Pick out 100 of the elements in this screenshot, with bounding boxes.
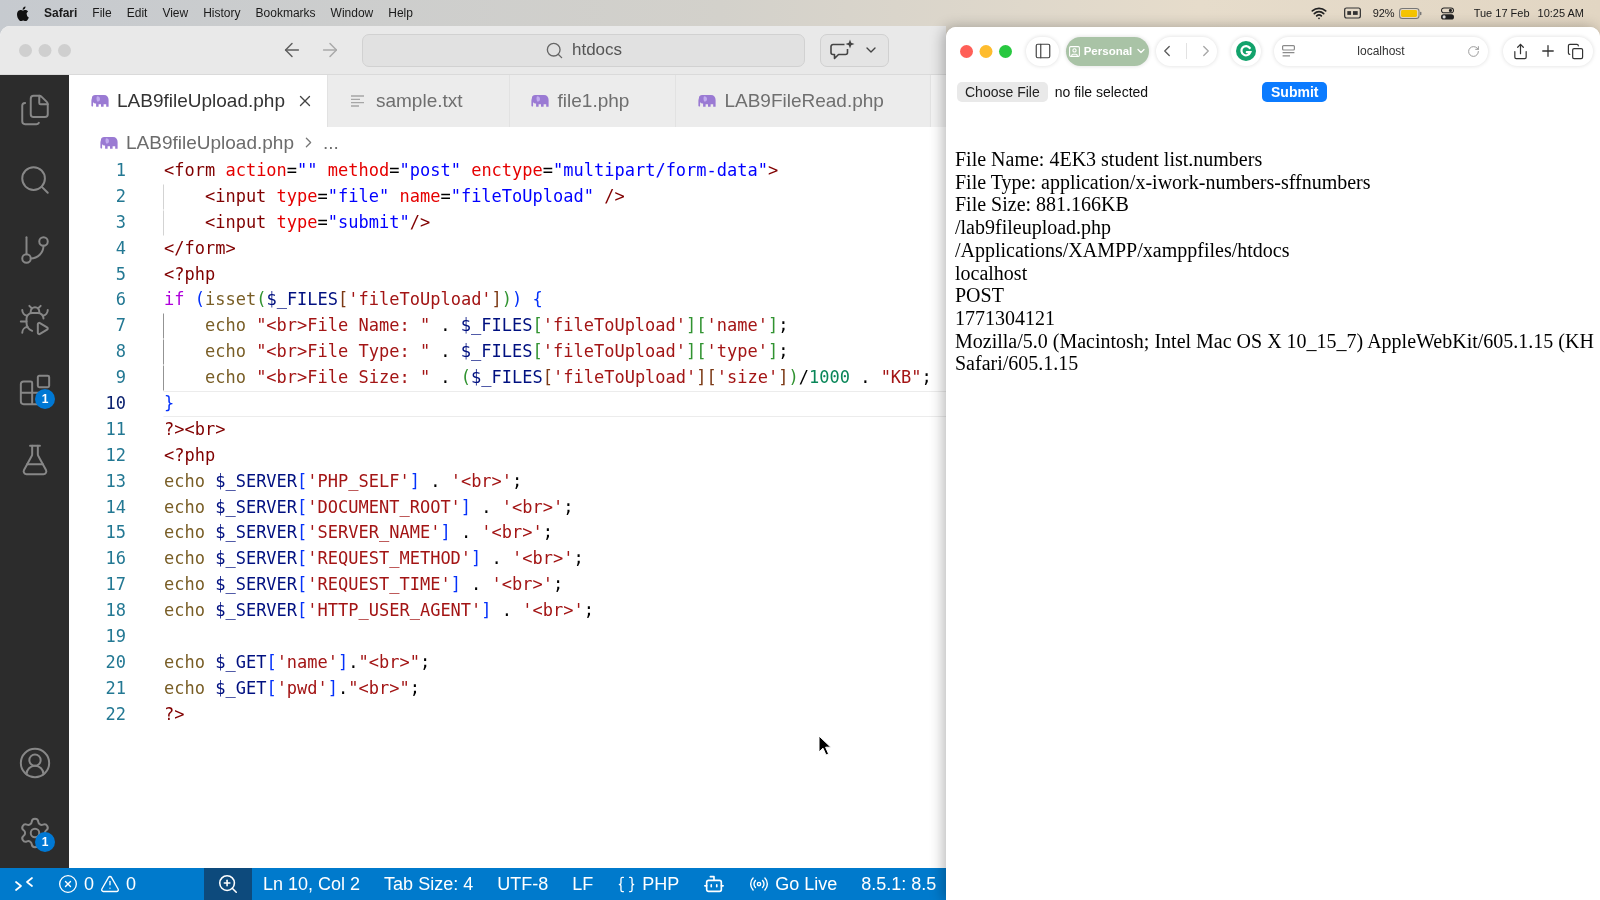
error-icon (58, 874, 78, 894)
go-live-button[interactable]: Go Live (749, 868, 838, 900)
sidebar-button[interactable] (1026, 36, 1059, 66)
sidebar-icon (1033, 42, 1052, 60)
status-item[interactable]: LF (572, 868, 594, 900)
code-line: echo $_SERVER['DOCUMENT_ROOT'] . '<br>'; (163, 495, 575, 519)
status-item[interactable]: Ln 10, Col 2 (263, 868, 361, 900)
zoom-button[interactable] (204, 868, 253, 900)
menu-bar-clock[interactable]: 10:25 AM (1537, 7, 1584, 19)
problems-button[interactable]: 0 0 (58, 868, 137, 900)
menu-item[interactable]: Bookmarks (255, 6, 316, 20)
menu-bar-date[interactable]: Tue 17 Feb (1473, 7, 1530, 19)
submit-button[interactable]: Submit (1262, 82, 1328, 102)
zoom-in-icon (217, 873, 240, 895)
line-number: 6 (114, 288, 126, 312)
output-line: Mozilla/5.0 (Macintosh; Intel Mac OS X 10_15_7) AppleWebKit/605.1.15 (KH (955, 329, 1594, 353)
menu-item[interactable]: Window (330, 6, 374, 20)
line-number: 3 (114, 210, 126, 234)
share-icon[interactable] (1512, 42, 1529, 60)
breadcrumb-item[interactable]: LAB9fileUpload.php (98, 131, 294, 154)
line-number: 19 (104, 625, 126, 649)
code-line: echo $_SERVER['HTTP_USER_AGENT'] . '<br>'; (163, 599, 595, 623)
reload-icon[interactable] (1467, 44, 1480, 58)
code-line: if (isset($_FILES['fileToUpload'])) { (163, 288, 544, 312)
line-number: 7 (114, 314, 126, 338)
menu-item[interactable]: History (203, 6, 241, 20)
output-line: File Size: 881.166KB (955, 193, 1129, 217)
braces-icon (617, 874, 637, 894)
menu-item[interactable]: Help (388, 6, 413, 20)
person-badge-icon (1067, 44, 1081, 58)
output-line: /Applications/XAMPP/xamppfiles/htdocs (955, 238, 1290, 262)
line-number: 21 (104, 676, 126, 700)
code-line: <?php (163, 443, 217, 467)
line-number: 4 (114, 236, 126, 260)
search-field[interactable]: htdocs (362, 33, 805, 67)
line-number: 20 (104, 650, 126, 674)
choose-file-button[interactable]: Choose File (957, 82, 1048, 102)
status-item[interactable]: Tab Size: 4 (384, 868, 474, 900)
line-number: 11 (104, 417, 126, 441)
output-line: /lab9fileupload.php (955, 216, 1112, 239)
editor-tab[interactable]: LAB9FileRead.php (676, 75, 931, 127)
text-lines-icon (350, 95, 364, 107)
code-line: echo $_GET['name']."<br>"; (163, 650, 432, 674)
line-number: 15 (104, 521, 126, 545)
menu-item[interactable]: Edit (126, 6, 148, 20)
chat-sparkle-icon (830, 39, 855, 61)
output-line: File Type: application/x-iwork-numbers-sffnumbers (955, 170, 1371, 194)
status-item[interactable]: 8.5.1: 8.5 (861, 868, 937, 900)
line-number: 22 (104, 702, 126, 726)
menu-item[interactable]: File (92, 6, 112, 20)
code-line: ?> (163, 702, 186, 726)
blocks-icon[interactable] (17, 373, 52, 407)
mouse-pointer-icon (818, 735, 832, 756)
status-item[interactable]: UTF-8 (497, 868, 549, 900)
address-field[interactable]: localhost (1274, 36, 1488, 66)
wifi-icon[interactable] (1310, 5, 1327, 21)
line-number: 14 (104, 495, 126, 519)
bug-play-icon[interactable] (17, 303, 52, 337)
window-controls-icon[interactable] (960, 44, 1012, 58)
language-mode-button[interactable]: PHP (617, 868, 680, 900)
warning-icon (100, 874, 120, 894)
line-number: 9 (114, 366, 126, 390)
notification-badge: 1 (35, 389, 55, 409)
plus-icon[interactable] (1539, 42, 1557, 60)
overlapping-squares-icon[interactable] (1567, 42, 1584, 60)
code-line: echo $_SERVER['REQUEST_TIME'] . '<br>'; (163, 573, 565, 597)
line-number: 13 (104, 469, 126, 493)
notification-badge: 1 (35, 832, 55, 852)
line-number: 2 (114, 184, 126, 208)
line-number: 1 (114, 159, 126, 182)
editor-tab[interactable]: file1.php (509, 75, 677, 127)
chat-button[interactable] (820, 33, 889, 67)
code-line: <form action="" method="post" enctype="multipart/form-data"> (163, 159, 780, 182)
code-line: echo $_SERVER['PHP_SELF'] . '<br>'; (163, 469, 524, 493)
code-line: echo $_GET['pwd']."<br>"; (163, 676, 421, 700)
card-icon[interactable] (1343, 7, 1361, 19)
battery-icon[interactable] (1398, 7, 1422, 19)
menu-item[interactable]: Safari (44, 6, 78, 20)
code-line: ?><br> (163, 417, 227, 441)
output-line: 1771304121 (955, 306, 1055, 330)
bot-icon[interactable] (703, 873, 726, 895)
elephant-icon (529, 94, 550, 108)
battery-percentage: 92% (1372, 7, 1395, 19)
breadcrumb-item[interactable]: ... (322, 131, 339, 154)
line-number: 5 (114, 262, 126, 286)
line-number: 8 (114, 340, 126, 364)
output-line: Safari/605.1.15 (955, 352, 1079, 376)
editor-tab[interactable]: sample.txt (327, 75, 510, 127)
code-line: echo $_SERVER['SERVER_NAME'] . '<br>'; (163, 521, 555, 545)
apple-icon[interactable] (16, 5, 29, 21)
editor-tab[interactable]: LAB9fileUpload.php (69, 75, 328, 127)
menu-item[interactable]: View (162, 6, 189, 20)
page-lines-icon[interactable] (1282, 45, 1295, 57)
remote-icon[interactable] (13, 876, 34, 892)
elephant-icon (88, 94, 109, 108)
user-circle-icon[interactable] (17, 746, 52, 780)
line-number: 18 (104, 599, 126, 623)
output-line: File Name: 4EK3 student list.numbers (955, 148, 1263, 171)
toggles-icon[interactable] (1440, 6, 1454, 20)
line-number: 16 (104, 547, 126, 571)
